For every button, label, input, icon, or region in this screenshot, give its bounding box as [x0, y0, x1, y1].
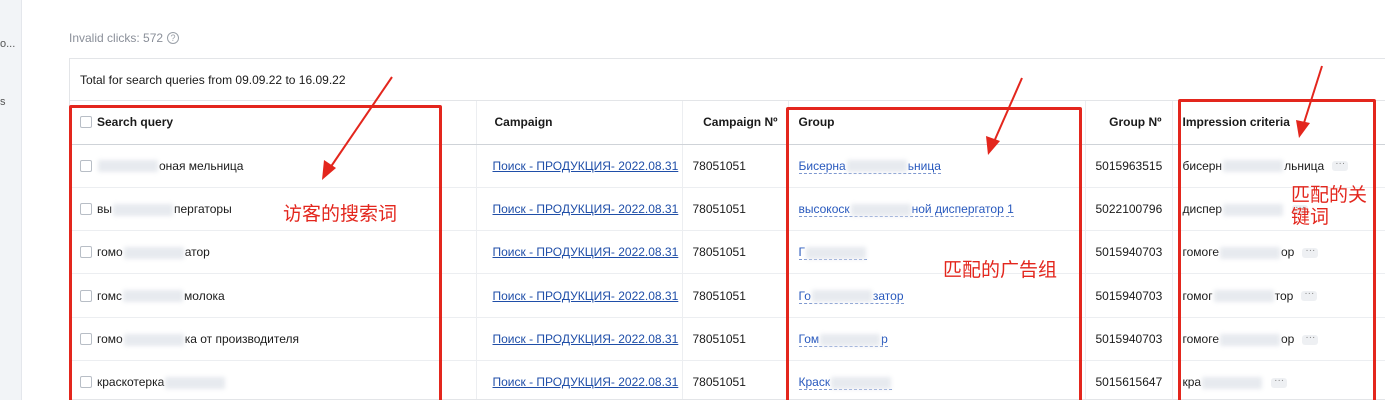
- cell-campaign: Поиск - ПРОДУКЦИЯ- 2022.08.31: [476, 317, 683, 361]
- campaign-link[interactable]: Поиск - ПРОДУКЦИЯ- 2022.08.31: [493, 159, 679, 173]
- annotation-matched-group: 匹配的广告组: [943, 259, 1058, 281]
- invalid-clicks-label: Invalid clicks: 572: [69, 31, 164, 45]
- sidebar-fragment[interactable]: s: [0, 96, 6, 108]
- cell-campaign: Поиск - ПРОДУКЦИЯ- 2022.08.31: [476, 360, 683, 399]
- campaign-link[interactable]: Поиск - ПРОДУКЦИЯ- 2022.08.31: [493, 289, 679, 303]
- impression-criteria-highlight: [1178, 99, 1376, 400]
- cell-campaign: Поиск - ПРОДУКЦИЯ- 2022.08.31: [476, 273, 683, 318]
- help-icon[interactable]: ?: [167, 32, 180, 44]
- cell-campaign-no: 78051051: [682, 360, 789, 399]
- cell-campaign-no: 78051051: [682, 187, 789, 232]
- total-label: Total for search queries from 09.09.22 t…: [70, 59, 1385, 101]
- annotation-visitor-terms: 访客的搜索词: [283, 203, 398, 225]
- cell-group-no: 5022100796: [1085, 187, 1173, 232]
- cell-campaign: Поиск - ПРОДУКЦИЯ- 2022.08.31: [476, 230, 683, 275]
- header-campaign[interactable]: Campaign: [476, 101, 683, 145]
- sidebar-fragment[interactable]: o...: [0, 38, 15, 50]
- campaign-link[interactable]: Поиск - ПРОДУКЦИЯ- 2022.08.31: [493, 332, 679, 346]
- cell-campaign: Поиск - ПРОДУКЦИЯ- 2022.08.31: [476, 187, 683, 232]
- cell-campaign-no: 78051051: [682, 144, 789, 188]
- header-group-no[interactable]: Group Nº: [1085, 101, 1173, 145]
- cell-group-no: 5015940703: [1085, 273, 1173, 318]
- campaign-link[interactable]: Поиск - ПРОДУКЦИЯ- 2022.08.31: [493, 202, 679, 216]
- search-query-highlight: [69, 105, 442, 400]
- cell-campaign-no: 78051051: [682, 273, 789, 318]
- cell-campaign-no: 78051051: [682, 317, 789, 361]
- group-highlight: [786, 107, 1082, 400]
- left-sidebar: o... s: [0, 0, 22, 400]
- annotation-matched-keyword: 匹配的关 键词: [1291, 184, 1368, 228]
- cell-campaign-no: 78051051: [682, 230, 789, 275]
- cell-group-no: 5015963515: [1085, 144, 1173, 188]
- campaign-link[interactable]: Поиск - ПРОДУКЦИЯ- 2022.08.31: [493, 245, 679, 259]
- cell-group-no: 5015940703: [1085, 317, 1173, 361]
- cell-group-no: 5015940703: [1085, 230, 1173, 275]
- cell-campaign: Поиск - ПРОДУКЦИЯ- 2022.08.31: [476, 144, 683, 188]
- header-campaign-no[interactable]: Campaign Nº: [682, 101, 789, 145]
- campaign-link[interactable]: Поиск - ПРОДУКЦИЯ- 2022.08.31: [493, 375, 679, 389]
- cell-group-no: 5015615647: [1085, 360, 1173, 399]
- invalid-clicks: Invalid clicks: 572 ?: [69, 31, 180, 45]
